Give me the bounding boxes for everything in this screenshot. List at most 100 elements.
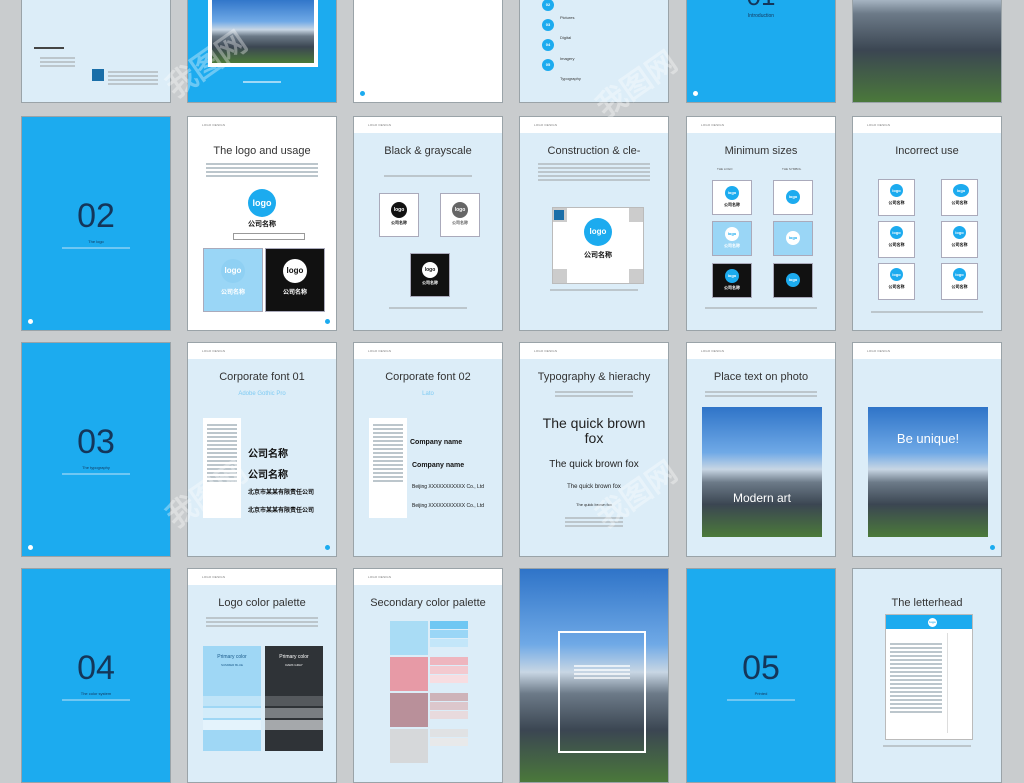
qr-code-icon: [92, 69, 104, 81]
letterhead-sheet: logo: [885, 614, 973, 740]
page-black-grayscale: LOGO DESIGN Black & grayscale logo 公司名称 …: [353, 116, 503, 331]
page-dot-icon: [28, 319, 33, 324]
page-incorrect-use: LOGO DESIGN Incorrect use logo 公司名称 logo 公…: [852, 116, 1002, 331]
section-label: The logo: [88, 239, 104, 244]
font-name: Adobe Gothic Pro: [238, 391, 286, 397]
toc-item: Digital: [560, 35, 572, 40]
page-dot-icon: [325, 545, 330, 550]
page-section-03: 03 The typography: [21, 342, 171, 557]
company-name: 公司名称: [220, 290, 245, 296]
overlay-text: Be unique!: [896, 431, 960, 446]
building-photo: [868, 407, 988, 537]
page-secondary-palette: LOGO DESIGN Secondary color palette: [353, 568, 503, 783]
section-number: 01: [687, 0, 835, 12]
page-section-02: 02 The logo: [21, 116, 171, 331]
page-typography-hierarchy: LOGO DESIGN Typography & hierachy The qu…: [519, 342, 669, 557]
type-sample-h1: The quick brown: [542, 415, 646, 431]
logo-card-black: logo 公司名称: [379, 193, 419, 237]
page-dot-icon: [693, 91, 698, 96]
page-title: The letterhead: [891, 597, 963, 609]
bullet-icon: 02: [542, 0, 554, 11]
company-name: 公司名称: [391, 220, 407, 225]
page-place-text-photo: LOGO DESIGN Place text on photo Modern a…: [686, 342, 836, 557]
page-section-04: 04 The color system: [21, 568, 171, 783]
swatch-name: DARK GRAY: [285, 663, 303, 667]
glyph-sample: [369, 418, 407, 518]
section-number: 03: [77, 423, 115, 461]
logo-card-inverse: logo 公司名称: [410, 253, 450, 297]
page-title: Corporate font 02: [385, 371, 471, 383]
logo-icon: logo: [452, 202, 468, 218]
page-dot-icon: [990, 545, 995, 550]
page-intro: 01 Introduction: [686, 0, 836, 103]
swatch-label: Primary color: [279, 654, 309, 660]
bullet-icon: 04: [542, 39, 554, 51]
page-title: Construction & cle-: [547, 145, 641, 157]
overlay-text: Modern art: [732, 491, 792, 505]
logo-icon: logo: [283, 259, 307, 283]
bullet-icon: 05: [542, 59, 554, 71]
font-sample: Beijing XXXXXXXXXXX Co., Ltd: [412, 484, 484, 490]
logo-icon: logo: [221, 259, 245, 283]
page-title: Logo color palette: [218, 597, 306, 609]
page-contact: [21, 0, 171, 103]
page-title: Secondary color palette: [370, 597, 486, 609]
page-corporate-font-02: LOGO DESIGN Corporate font 02 Lato Compa…: [353, 342, 503, 557]
swatch-mauve: [390, 693, 428, 727]
logo-icon: logo: [248, 189, 276, 217]
section-number: 02: [77, 197, 115, 235]
font-sample: 公司名称: [248, 449, 288, 460]
company-name: 公司名称: [248, 221, 276, 228]
page-construction: LOGO DESIGN Construction & cle- logo 公司名…: [519, 116, 669, 331]
page-minimum-sizes: LOGO DESIGN Minimum sizes THE LOGO THE S…: [686, 116, 836, 331]
font-sample: Company name: [412, 462, 465, 469]
logo-icon: logo: [391, 202, 407, 218]
swatch-blue: [390, 621, 428, 655]
font-sample: 北京市某某有限责任公司: [248, 508, 315, 514]
page-section-05: 05 Printed: [686, 568, 836, 783]
page-be-unique: LOGO DESIGN Be unique!: [852, 342, 1002, 557]
toc-item: Imagery: [560, 56, 575, 61]
primary-swatch-blue: Primary color SUMMER BLUE: [203, 646, 261, 751]
font-sample: Company name: [410, 439, 463, 446]
page-letterhead: The letterhead logo: [852, 568, 1002, 783]
font-sample: 公司名称: [248, 470, 288, 481]
logo-icon: logo: [584, 218, 612, 246]
page-title: The logo and usage: [213, 145, 311, 157]
page-logo-usage: LOGO DESIGN The logo and usage logo 公司名称…: [187, 116, 337, 331]
logo-card-gray: logo 公司名称: [440, 193, 480, 237]
logo-card-dark: logo 公司名称: [265, 248, 325, 312]
section-label: The color system: [80, 691, 112, 696]
section-label: Printed: [754, 691, 768, 696]
page-corporate-font-01: LOGO DESIGN Corporate font 01 Adobe Goth…: [187, 342, 337, 557]
logo-icon: logo: [422, 262, 438, 278]
company-name: 公司名称: [282, 290, 307, 296]
primary-swatch-gray: Primary color DARK GRAY: [265, 646, 323, 751]
construction-grid: logo 公司名称: [552, 207, 644, 284]
section-number: 04: [77, 649, 115, 687]
building-photo: [853, 0, 1001, 102]
swatch-gray: [390, 729, 428, 763]
page-dot-icon: [28, 545, 33, 550]
toc-item: Pictures: [560, 15, 575, 20]
page-logo-color-palette: LOGO DESIGN Logo color palette Primary c…: [187, 568, 337, 783]
swatch-pink: [390, 657, 428, 691]
page-photo-full: [852, 0, 1002, 103]
company-name: 公司名称: [584, 252, 612, 259]
page-title: Corporate font 01: [219, 371, 305, 383]
type-sample-h1: fox: [584, 430, 604, 446]
section-number: 05: [742, 649, 780, 687]
page-title: Minimum sizes: [724, 145, 798, 157]
page-dot-icon: [360, 91, 365, 96]
page-title: Incorrect use: [895, 145, 959, 157]
swatch-label: Primary color: [217, 654, 247, 660]
logo-card-light: logo 公司名称: [203, 248, 263, 312]
company-name: 公司名称: [452, 220, 468, 225]
page-title: Place text on photo: [713, 371, 809, 383]
section-label: The typography: [82, 465, 110, 470]
font-name: Lato: [422, 391, 434, 397]
page-blank: [353, 0, 503, 103]
company-name: 公司名称: [422, 280, 438, 285]
photo-frame: [558, 631, 646, 753]
building-photo: [702, 407, 822, 537]
